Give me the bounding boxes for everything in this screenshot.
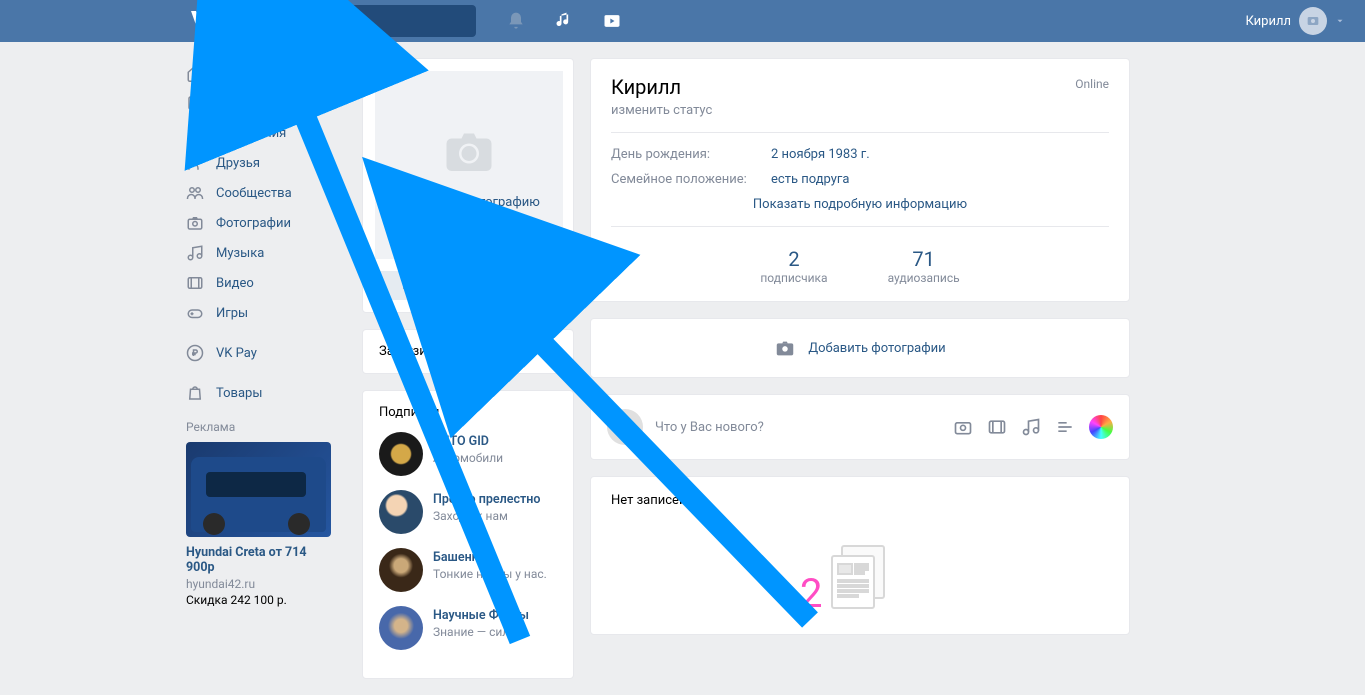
no-posts-text: Нет записей — [611, 493, 1109, 508]
subscriptions-header[interactable]: Подписки9 — [379, 405, 557, 420]
camera-large-icon — [434, 121, 504, 181]
annotation-1: 1 — [495, 590, 517, 637]
nav-games[interactable]: Игры — [186, 298, 346, 328]
followers-stat[interactable]: 2подписчика — [760, 247, 827, 285]
nav-vkpay[interactable]: VK Pay — [186, 338, 346, 368]
header-username: Кирилл — [1245, 14, 1291, 29]
bell-icon[interactable] — [506, 11, 526, 31]
attach-more-icon[interactable] — [1055, 417, 1075, 437]
subscription-item[interactable]: БашенныйТонкие нервы у нас. — [379, 548, 557, 592]
subscription-item[interactable]: Научные ФактыЗнание — сила. — [379, 606, 557, 650]
change-status-link[interactable]: изменить статус — [611, 103, 1109, 118]
friends-icon — [186, 154, 204, 172]
post-avatar-icon — [607, 409, 643, 445]
no-posts-card: Нет записей — [590, 476, 1130, 635]
ruble-icon — [186, 344, 204, 362]
header-avatar-icon — [1299, 7, 1327, 35]
camera-icon — [186, 214, 204, 232]
new-post-card: Что у Вас нового? — [590, 394, 1130, 460]
show-more-link[interactable]: Показать подробную информацию — [611, 197, 1109, 212]
sub-avatar-icon — [379, 490, 423, 534]
post-input[interactable]: Что у Вас нового? — [655, 420, 941, 435]
header-icons — [506, 11, 622, 31]
search-icon — [256, 14, 270, 28]
nav-market[interactable]: Товары — [186, 378, 346, 408]
nav-communities[interactable]: Сообщества — [186, 178, 346, 208]
vk-logo-icon[interactable] — [186, 6, 216, 36]
nav-videos[interactable]: Видео — [186, 268, 346, 298]
edit-button[interactable]: Редактировать — [375, 271, 519, 300]
messages-icon — [186, 124, 204, 142]
birthday-value[interactable]: 2 ноября 1983 г. — [771, 147, 870, 162]
music-icon[interactable] — [554, 11, 574, 31]
nav-music[interactable]: Музыка — [186, 238, 346, 268]
sub-avatar-icon — [379, 548, 423, 592]
subscriptions-card: Подписки9 AUTO GIDАвтомобили Просто прел… — [362, 390, 574, 679]
photo-placeholder[interactable]: Загрузить фотографию — [375, 71, 563, 259]
news-icon — [186, 94, 204, 112]
nav-friends[interactable]: Друзья — [186, 148, 346, 178]
upload-photos-prompt[interactable]: Загрузите фотогр — [362, 329, 574, 374]
home-icon — [186, 64, 204, 82]
add-photos-card[interactable]: Добавить фотографии — [590, 318, 1130, 378]
annotation-2: 2 — [800, 570, 822, 617]
music-note-icon — [186, 244, 204, 262]
dots-icon — [536, 284, 552, 288]
bag-icon — [186, 384, 204, 402]
search-box[interactable] — [246, 5, 476, 37]
camera-add-icon — [774, 337, 796, 359]
nav-my-page[interactable]: Моя страница — [186, 58, 346, 88]
profile-name: Кирилл — [611, 75, 1109, 99]
search-input[interactable] — [278, 14, 458, 29]
ad-card[interactable]: Hyundai Creta от 714 900р hyundai42.ru С… — [186, 442, 331, 607]
header-user[interactable]: Кирилл — [1245, 7, 1345, 35]
audio-stat[interactable]: 71аудиозапись — [888, 247, 960, 285]
ad-label: Реклама — [186, 420, 346, 434]
video-icon — [186, 274, 204, 292]
sub-avatar-icon — [379, 432, 423, 476]
chevron-down-icon — [1335, 16, 1345, 26]
ad-image — [186, 442, 331, 537]
sub-avatar-icon — [379, 606, 423, 650]
ad-discount: Скидка 242 100 р. — [186, 593, 331, 607]
nav-photos[interactable]: Фотографии — [186, 208, 346, 238]
more-button[interactable] — [527, 271, 561, 300]
sidebar: Моя страница Новости Сообщения Друзья Со… — [186, 58, 346, 695]
top-header: Кирилл — [0, 0, 1365, 42]
subscription-item[interactable]: AUTO GIDАвтомобили — [379, 432, 557, 476]
ad-title: Hyundai Creta от 714 900р — [186, 545, 331, 575]
video-play-icon[interactable] — [602, 11, 622, 31]
birthday-label: День рождения: — [611, 147, 771, 162]
color-picker-icon[interactable] — [1089, 415, 1113, 439]
profile-info-card: Кирилл изменить статус Online День рожде… — [590, 58, 1130, 302]
attach-video-icon[interactable] — [987, 417, 1007, 437]
upload-photo-link[interactable]: Загрузить фотографию — [398, 195, 540, 210]
profile-photo-card: Загрузить фотографию Редактировать — [362, 58, 574, 313]
empty-posts-icon — [611, 538, 1109, 618]
relationship-value[interactable]: есть подруга — [771, 172, 849, 187]
attach-music-icon[interactable] — [1021, 417, 1041, 437]
communities-icon — [186, 184, 204, 202]
nav-messages[interactable]: Сообщения — [186, 118, 346, 148]
attach-photo-icon[interactable] — [953, 417, 973, 437]
ad-subtitle: hyundai42.ru — [186, 577, 331, 591]
gamepad-icon — [186, 304, 204, 322]
relationship-label: Семейное положение: — [611, 172, 771, 187]
subscription-item[interactable]: Просто прелестноЗаходи к нам — [379, 490, 557, 534]
online-status: Online — [1075, 77, 1109, 91]
nav-news[interactable]: Новости — [186, 88, 346, 118]
